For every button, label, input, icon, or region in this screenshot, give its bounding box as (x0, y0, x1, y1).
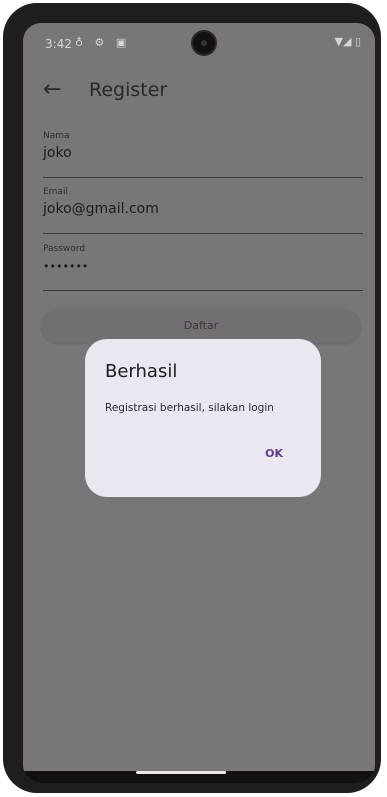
page-title: Register (89, 79, 168, 101)
app-bar: ← Register (23, 75, 375, 115)
front-camera (193, 32, 215, 54)
password-label: Password (43, 244, 86, 254)
success-dialog: Berhasil Registrasi berhasil, silakan lo… (85, 339, 321, 497)
app-screen: 3:42 ♁ ⚙ ▣ ▼◢ ▯ ← Register Nama joko Ema… (23, 23, 375, 783)
ok-button[interactable]: OK (265, 447, 283, 460)
daftar-button[interactable]: Daftar (41, 309, 361, 343)
nama-input[interactable]: joko (43, 145, 72, 161)
email-label: Email (43, 187, 68, 197)
status-bar: 3:42 ♁ ⚙ ▣ ▼◢ ▯ (23, 23, 375, 63)
password-field[interactable]: Password ••••••• (43, 244, 363, 291)
notification-icons: ♁ ⚙ ▣ (75, 36, 131, 49)
nama-label: Nama (43, 131, 70, 141)
signal-battery-icons: ▼◢ ▯ (334, 35, 361, 48)
home-gesture-handle[interactable] (136, 771, 226, 774)
email-field[interactable]: Email joko@gmail.com (43, 187, 363, 234)
password-input[interactable]: ••••••• (43, 260, 88, 273)
phone-frame: 3:42 ♁ ⚙ ▣ ▼◢ ▯ ← Register Nama joko Ema… (3, 3, 381, 793)
daftar-button-label: Daftar (183, 319, 219, 332)
dialog-title: Berhasil (105, 361, 178, 382)
nama-field[interactable]: Nama joko (43, 131, 363, 178)
back-arrow-icon[interactable]: ← (43, 77, 61, 102)
dialog-message: Registrasi berhasil, silakan login (105, 402, 274, 414)
email-input[interactable]: joko@gmail.com (43, 201, 159, 217)
status-time: 3:42 (45, 37, 72, 51)
